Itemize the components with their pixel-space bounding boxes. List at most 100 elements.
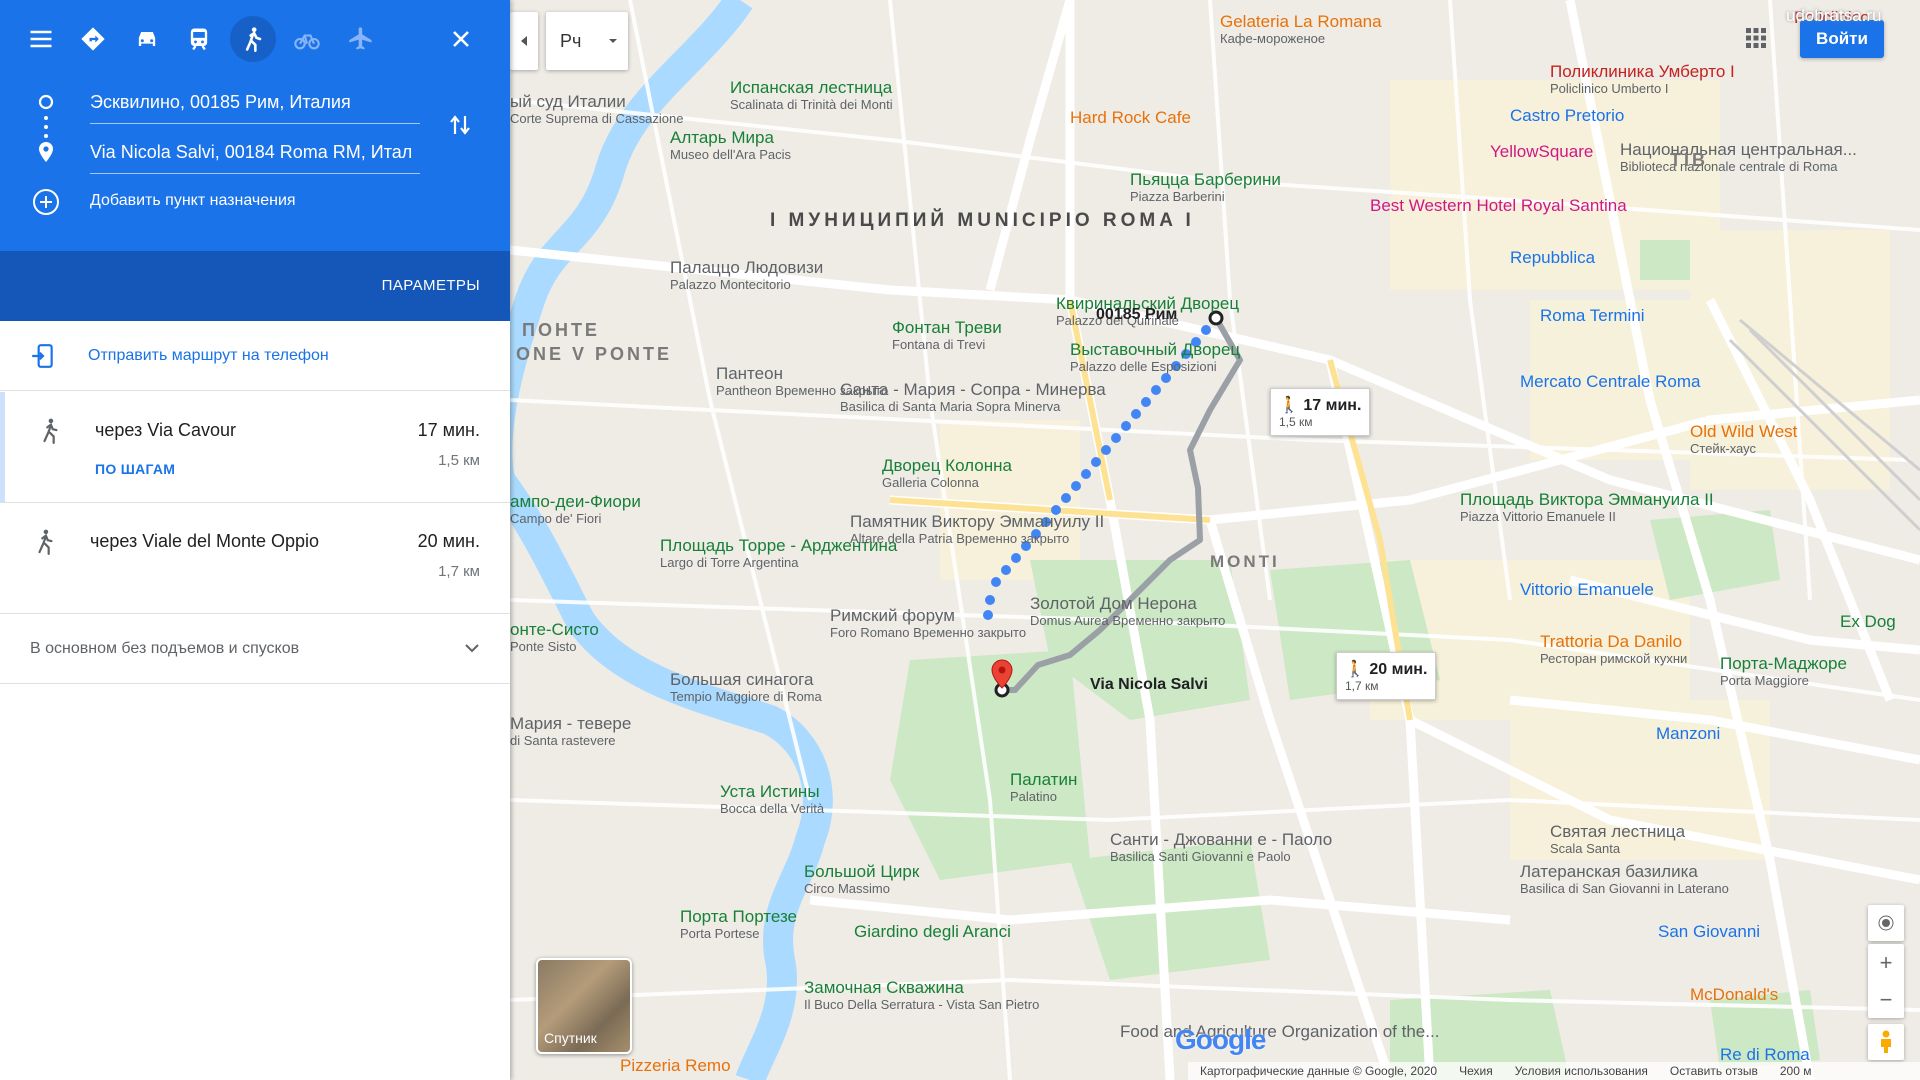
map-place-label[interactable]: Уста Истины Bocca della Verità — [720, 782, 824, 816]
place-name: Национальная центральная... — [1620, 140, 1857, 159]
apps-grid-icon — [1746, 28, 1766, 48]
map-place-label[interactable]: Замочная Скважина Il Buco Della Serratura… — [804, 978, 1039, 1012]
map-place-label[interactable]: Санти - Джованни е - Паоло Basilica Santi… — [1110, 830, 1332, 864]
place-name: Испанская лестница — [730, 78, 893, 97]
map-place-label[interactable]: Фонтан Треви Fontana di Trevi — [892, 318, 1002, 352]
send-to-phone-row[interactable]: Отправить маршрут на телефон — [0, 321, 510, 391]
map-place-label[interactable]: Pizzeria Remo — [620, 1056, 731, 1076]
mode-transit-button[interactable] — [176, 16, 222, 62]
place-subname: Circo Massimo — [804, 880, 890, 896]
district-label: TIB — [1670, 150, 1708, 170]
place-subname: Campo de' Fiori — [510, 510, 602, 526]
map-place-label[interactable]: Площадь Виктора Эммануила II Piazza Vitto… — [1460, 490, 1714, 524]
map-place-label[interactable]: Алтарь Мира Museo dell'Ara Pacis — [670, 128, 791, 162]
bike-icon — [294, 34, 320, 50]
map-place-label[interactable]: Food and Agriculture Organization of the… — [1120, 1022, 1439, 1042]
mode-car-button[interactable] — [124, 16, 170, 62]
close-directions-button[interactable] — [438, 16, 484, 62]
map-place-label[interactable]: Roma Termini — [1540, 306, 1645, 326]
map-place-label[interactable]: Gelateria La Romana Кафе-мороженое — [1220, 12, 1382, 46]
map-place-label[interactable]: Giardino degli Aranci — [854, 922, 1011, 942]
map-place-label[interactable]: Палатин Palatino — [1010, 770, 1077, 804]
mode-walk-button[interactable] — [230, 16, 276, 62]
satellite-toggle[interactable]: Спутник — [536, 958, 632, 1054]
map-place-label[interactable]: Испанская лестница Scalinata di Trinità d… — [730, 78, 893, 112]
map-place-label[interactable]: Best Western Hotel Royal Santina — [1370, 196, 1627, 216]
map-place-label[interactable]: Castro Pretorio — [1510, 106, 1624, 126]
collapse-panel-button[interactable] — [510, 12, 538, 70]
place-name: Латеранская базилика — [1520, 862, 1698, 881]
map-place-label[interactable]: YellowSquare — [1490, 142, 1593, 162]
place-name: Castro Pretorio — [1510, 106, 1625, 125]
map-place-label[interactable]: Repubblica — [1510, 248, 1595, 268]
map-place-label[interactable]: Hard Rock Cafe — [1070, 108, 1191, 128]
route-callout[interactable]: 🚶 17 мин. 1,5 км — [1270, 388, 1371, 436]
map-canvas[interactable]: Испанская лестница Scalinata di Trinità d… — [510, 0, 1920, 1080]
mode-best-button[interactable] — [70, 16, 116, 62]
map-place-label[interactable]: Римский форум Foro Romano Временно закрыт… — [830, 606, 1026, 640]
map-place-label[interactable]: ый суд Италии Corte Suprema di Cassazione — [510, 92, 683, 126]
street-view-pegman[interactable] — [1868, 1024, 1904, 1060]
map-place-label[interactable]: Порта Портезе Porta Portese — [680, 907, 797, 941]
map-place-label[interactable]: Vittorio Emanuele — [1520, 580, 1654, 600]
map-place-label[interactable]: Mercato Centrale Roma — [1520, 372, 1700, 392]
terrain-info-row[interactable]: В основном без подъемов и спусков — [0, 614, 510, 684]
map-place-label[interactable]: Дворец Колонна Galleria Colonna — [882, 456, 1012, 490]
add-destination-link[interactable]: Добавить пункт назначения — [90, 192, 296, 210]
zoom-in-button[interactable]: + — [1868, 944, 1904, 981]
map-place-label[interactable]: Золотой Дом Нерона Domus Aurea Временно з… — [1030, 594, 1225, 628]
add-destination-icon[interactable] — [32, 188, 60, 221]
map-place-label[interactable]: McDonald's — [1690, 985, 1778, 1005]
place-name: Giardino degli Aranci — [854, 922, 1011, 941]
my-location-button[interactable] — [1868, 905, 1904, 941]
map-place-label[interactable]: онте-Систо Ponte Sisto — [510, 620, 599, 654]
map-place-label[interactable]: Manzoni — [1656, 724, 1720, 744]
map-place-label[interactable]: Святая лестница Scala Santa — [1550, 822, 1685, 856]
map-place-label[interactable]: Пьяцца Барберини Piazza Barberini — [1130, 170, 1281, 204]
map-place-label[interactable]: Памятник Виктору Эммануилу II Altare dell… — [850, 512, 1104, 546]
map-place-label[interactable]: Trattoria Da Danilo Ресторан римской кухн… — [1540, 632, 1687, 666]
place-name: Замочная Скважина — [804, 978, 964, 997]
map-place-label[interactable]: Ex Dog — [1840, 612, 1896, 632]
map-place-label[interactable]: Национальная центральная... Biblioteca na… — [1620, 140, 1857, 174]
map-place-label[interactable]: Палаццо Людовизи Palazzo Montecitorio — [670, 258, 823, 292]
map-place-label[interactable]: Санта - Мария - Сопра - Минерва Basilica … — [840, 380, 1106, 414]
map-place-label[interactable]: ампо-деи-Фиори Campo de' Fiori — [510, 492, 641, 526]
place-subname: Tempio Maggiore di Roma — [670, 688, 822, 704]
map-place-label[interactable]: Большая синагога Tempio Maggiore di Roma — [670, 670, 822, 704]
route-steps-link[interactable]: ПО ШАГАМ — [95, 461, 175, 477]
route-option[interactable]: через Via Cavour 17 мин. 1,5 км ПО ШАГАМ — [0, 392, 510, 503]
route-callout[interactable]: 🚶 20 мин. 1,7 км — [1336, 652, 1437, 700]
place-name: Палаццо Людовизи — [670, 258, 824, 277]
map-place-label[interactable]: Выставочный Дворец Palazzo delle Esposizi… — [1070, 340, 1240, 374]
destination-input[interactable]: Via Nicola Salvi, 00184 Roma RM, Итал — [90, 142, 420, 174]
language-select-value: Рч — [560, 30, 582, 51]
place-subname: Domus Aurea Временно закрыто — [1030, 612, 1226, 628]
zoom-out-button[interactable]: − — [1868, 981, 1904, 1018]
menu-button[interactable] — [18, 16, 64, 62]
country-link[interactable]: Чехия — [1459, 1064, 1493, 1078]
place-name: YellowSquare — [1490, 142, 1594, 161]
directions-icon — [81, 27, 105, 51]
map-place-label[interactable]: Большой Цирк Circo Massimo — [804, 862, 919, 896]
params-button[interactable]: ПАРАМЕТРЫ — [382, 277, 480, 294]
map-place-label[interactable]: Поликлиника Умберто I Policlinico Umberto… — [1550, 62, 1735, 96]
map-place-label[interactable]: Порта-Маджоре Porta Maggiore — [1720, 654, 1847, 688]
apps-button[interactable] — [1744, 26, 1768, 55]
district-label: I МУНИЦИПИЙ MUNICIPIO ROMA I — [770, 210, 1195, 231]
map-place-label[interactable]: Old Wild West Стейк-хаус — [1690, 422, 1797, 456]
swap-endpoints-button[interactable] — [448, 112, 472, 143]
route-option[interactable]: через Viale del Monte Oppio 20 мин. 1,7 … — [0, 503, 510, 614]
mode-flight-button[interactable] — [338, 16, 384, 62]
map-place-label[interactable]: Латеранская базилика Basilica di San Giov… — [1520, 862, 1729, 896]
map-place-label[interactable]: San Giovanni — [1658, 922, 1760, 942]
map-place-label[interactable]: Мария - тевере di Santa rastevere — [510, 714, 631, 748]
place-name: Old Wild West — [1690, 422, 1798, 441]
feedback-link[interactable]: Оставить отзыв — [1670, 1064, 1758, 1078]
sign-in-button[interactable]: Войти — [1800, 20, 1884, 58]
origin-input[interactable]: Эсквилино, 00185 Рим, Италия — [90, 92, 420, 124]
place-name: Санта - Мария - Сопра - Минерва — [840, 380, 1106, 399]
mode-bike-button[interactable] — [284, 16, 330, 62]
terms-link[interactable]: Условия использования — [1515, 1064, 1648, 1078]
language-select[interactable]: Рч — [546, 12, 628, 70]
